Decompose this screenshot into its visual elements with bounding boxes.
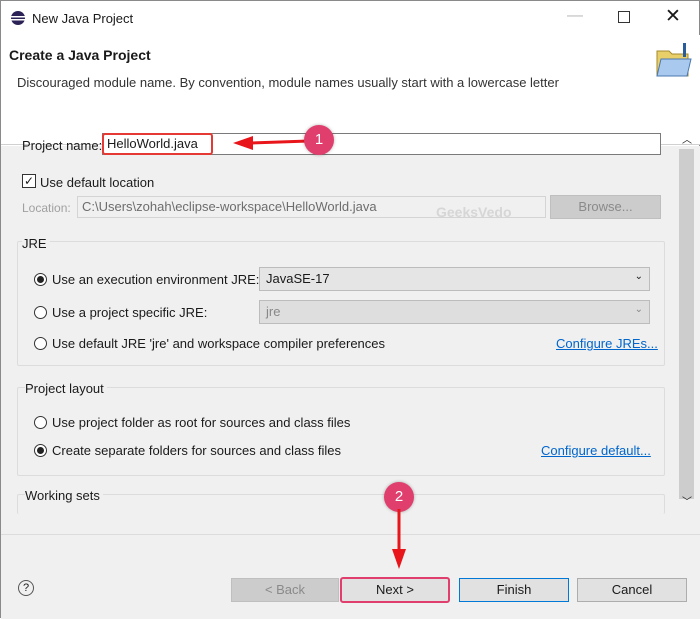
jre-option-label: Use an execution environment JRE: xyxy=(52,272,260,287)
layout-option-label: Create separate folders for sources and … xyxy=(52,443,342,458)
page-title: Create a Java Project xyxy=(9,47,151,63)
dialog-window: New Java Project — ✕ Create a Java Proje… xyxy=(0,0,700,619)
configure-default-link[interactable]: Configure default... xyxy=(541,443,651,458)
browse-button[interactable]: Browse... xyxy=(550,195,661,219)
minimize-button[interactable]: — xyxy=(567,7,583,25)
project-jre-select[interactable]: jre ⌄ xyxy=(259,300,650,324)
working-sets-title: Working sets xyxy=(25,488,103,503)
scroll-down-icon[interactable]: ﹀ xyxy=(682,493,692,508)
select-value: JavaSE-17 xyxy=(266,271,330,286)
title-bar: New Java Project — ✕ xyxy=(1,1,700,35)
maximize-button[interactable] xyxy=(618,11,630,23)
eclipse-icon xyxy=(11,11,25,25)
wizard-header: Create a Java Project Discouraged module… xyxy=(1,35,700,145)
jre-option-label: Use default JRE 'jre' and workspace comp… xyxy=(52,336,386,351)
layout-option-label: Use project folder as root for sources a… xyxy=(52,415,351,430)
help-icon[interactable]: ? xyxy=(18,580,34,596)
divider xyxy=(1,534,700,535)
jre-radio-project-specific[interactable] xyxy=(34,306,47,319)
back-button[interactable]: < Back xyxy=(231,578,339,602)
jre-group-title: JRE xyxy=(22,236,50,251)
callout-2: 2 xyxy=(384,482,414,512)
project-name-label: Project name: xyxy=(22,138,103,153)
default-location-checkbox[interactable]: ✓ xyxy=(22,174,36,188)
cancel-button[interactable]: Cancel xyxy=(577,578,687,602)
close-button[interactable]: ✕ xyxy=(665,5,681,28)
callout-1: 1 xyxy=(304,125,334,155)
watermark: GeeksVedo xyxy=(436,204,512,220)
location-value: C:\Users\zohah\eclipse-workspace\HelloWo… xyxy=(82,199,377,214)
project-layout-group xyxy=(17,387,665,476)
project-layout-title: Project layout xyxy=(25,381,107,396)
working-sets-group xyxy=(17,494,665,514)
jre-radio-default[interactable] xyxy=(34,337,47,350)
select-value: jre xyxy=(266,304,281,319)
folder-icon xyxy=(656,43,692,77)
layout-radio-separate[interactable] xyxy=(34,444,47,457)
default-location-label: Use default location xyxy=(40,175,155,190)
scrollbar-thumb[interactable] xyxy=(679,149,694,499)
chevron-down-icon: ⌄ xyxy=(634,271,643,282)
arrow-2 xyxy=(392,509,406,569)
execution-env-select[interactable]: JavaSE-17 ⌄ xyxy=(259,267,650,291)
configure-jres-link[interactable]: Configure JREs... xyxy=(556,336,658,351)
window-title: New Java Project xyxy=(32,11,134,26)
next-button[interactable]: Next > xyxy=(340,577,450,603)
scrollbar[interactable]: ︿ ﹀ xyxy=(678,131,695,511)
chevron-down-icon: ⌄ xyxy=(634,304,643,315)
location-label: Location: xyxy=(22,201,71,215)
scroll-up-icon[interactable]: ︿ xyxy=(682,131,692,146)
highlight-box xyxy=(102,133,213,155)
layout-radio-root[interactable] xyxy=(34,416,47,429)
arrow-1 xyxy=(233,136,310,150)
header-message: Discouraged module name. By convention, … xyxy=(17,75,559,90)
jre-option-label: Use a project specific JRE: xyxy=(52,305,208,320)
finish-button[interactable]: Finish xyxy=(459,578,569,602)
jre-radio-execution-env[interactable] xyxy=(34,273,47,286)
